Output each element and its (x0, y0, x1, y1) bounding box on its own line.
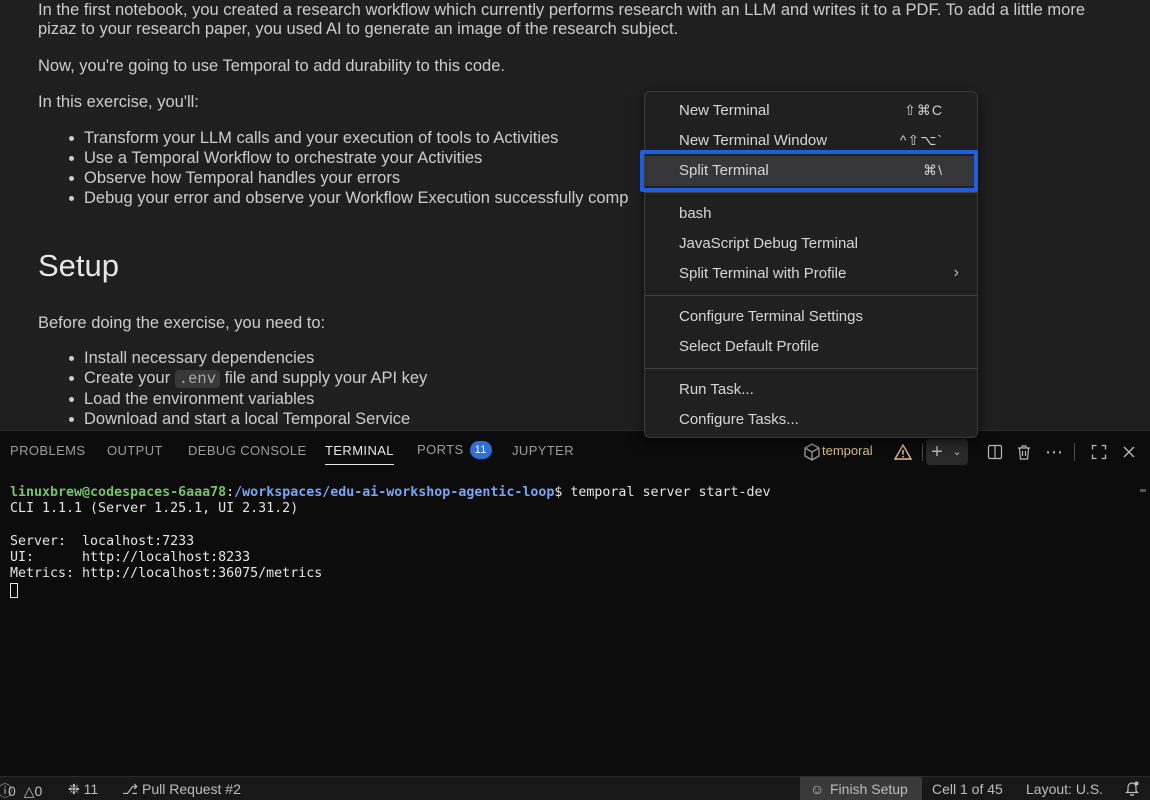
menu-item-new-terminal-window[interactable]: New Terminal Window ^⇧⌥` (645, 126, 977, 156)
warning-icon[interactable] (893, 443, 913, 461)
menu-item-label: Split Terminal (679, 162, 769, 179)
terminal-cursor (10, 582, 18, 598)
bell-icon[interactable] (1124, 780, 1140, 799)
scrollbar-marker[interactable] (1140, 489, 1146, 492)
chevron-down-icon[interactable]: ⌄ (948, 441, 966, 463)
divider (1074, 443, 1075, 461)
menu-item-select-default-profile[interactable]: Select Default Profile (645, 332, 977, 362)
menu-item-configure-tasks[interactable]: Configure Tasks... (645, 405, 977, 435)
error-icon: ⓘ (0, 783, 12, 799)
tab-problems[interactable]: PROBLEMS (10, 443, 85, 465)
list-item: Load the environment variables (60, 389, 427, 409)
exercise-intro: In this exercise, you'll: (38, 93, 199, 111)
ellipsis-icon[interactable]: ⋯ (1043, 441, 1065, 463)
exercise-list: Transform your LLM calls and your execut… (60, 128, 628, 208)
setup-heading: Setup (38, 248, 120, 283)
divider (922, 443, 923, 461)
pull-request-icon: ⎇ (122, 781, 139, 797)
tab-jupyter[interactable]: JUPYTER (512, 443, 574, 465)
prompt-separator: : (226, 485, 235, 500)
list-item: Transform your LLM calls and your execut… (60, 128, 628, 148)
menu-item-shortcut: ⌘\ (923, 162, 943, 178)
menu-item-label: Select Default Profile (679, 338, 820, 355)
pull-request-status[interactable]: ⎇ Pull Request #2 (122, 781, 241, 798)
ports-count-badge: 11 (469, 441, 492, 459)
ports-count: 11 (83, 781, 99, 797)
list-item: Debug your error and observe your Workfl… (60, 188, 628, 208)
ports-status[interactable]: ❉ 11 (68, 781, 98, 798)
plus-icon[interactable]: + (926, 441, 948, 463)
setup-list: Install necessary dependencies Create yo… (60, 348, 427, 429)
setup-intro: Before doing the exercise, you need to: (38, 314, 326, 332)
list-item: Download and start a local Temporal Serv… (60, 409, 427, 429)
prompt-user: linuxbrew@codespaces-6aaa78 (10, 485, 227, 500)
menu-item-label: New Terminal (679, 102, 770, 119)
menu-item-label: bash (679, 205, 712, 222)
terminal-output[interactable]: linuxbrew@codespaces-6aaa78:/workspaces/… (10, 485, 771, 601)
list-item: Observe how Temporal handles your errors (60, 168, 628, 188)
close-icon[interactable] (1118, 441, 1140, 463)
tab-terminal[interactable]: TERMINAL (325, 443, 394, 465)
menu-item-javascript-debug-terminal[interactable]: JavaScript Debug Terminal (645, 229, 977, 259)
pull-request-label: Pull Request #2 (142, 781, 241, 797)
inline-code: .env (174, 370, 221, 388)
menu-item-label: Split Terminal with Profile (679, 265, 847, 282)
terminal-line: UI: http://localhost:8233 (10, 550, 251, 566)
intro-paragraph-line-2: pizaz to your research paper, you used A… (38, 20, 679, 38)
tab-debug-console[interactable]: DEBUG CONSOLE (188, 443, 307, 465)
list-item: Use a Temporal Workflow to orchestrate y… (60, 148, 628, 168)
cube-icon (804, 443, 820, 461)
finish-setup-button[interactable]: ☺ Finish Setup (800, 777, 922, 800)
menu-item-label: Run Task... (679, 381, 754, 398)
finish-setup-label: Finish Setup (830, 781, 908, 797)
menu-item-label: JavaScript Debug Terminal (679, 235, 858, 252)
menu-item-split-terminal-with-profile[interactable]: Split Terminal with Profile › (645, 259, 977, 289)
errors-count: 0 (8, 783, 16, 799)
menu-item-run-task[interactable]: Run Task... (645, 375, 977, 405)
list-item: Create your .env file and supply your AP… (60, 368, 427, 389)
antenna-icon: ❉ (68, 781, 80, 797)
menu-separator (645, 192, 977, 193)
menu-item-label: Configure Terminal Settings (679, 308, 863, 325)
menu-item-new-terminal[interactable]: New Terminal ⇧⌘C (645, 96, 977, 126)
list-item: Install necessary dependencies (60, 348, 427, 368)
terminal-context-menu: New Terminal ⇧⌘C New Terminal Window ^⇧⌥… (644, 91, 978, 438)
menu-item-label: Configure Tasks... (679, 411, 799, 428)
menu-separator (645, 368, 977, 369)
keyboard-layout[interactable]: Layout: U.S. (1026, 781, 1103, 797)
menu-item-label: New Terminal Window (679, 132, 828, 149)
problems-status[interactable]: ⓘ0 △0 (0, 781, 42, 800)
cell-indicator[interactable]: Cell 1 of 45 (932, 781, 1003, 797)
chevron-right-icon: › (953, 264, 959, 281)
prompt-command: $ temporal server start-dev (554, 485, 771, 500)
menu-item-shortcut: ^⇧⌥` (899, 132, 943, 148)
copilot-icon: ☺ (810, 781, 825, 797)
trash-icon[interactable] (1013, 441, 1035, 463)
tab-ports-label: PORTS (417, 442, 464, 457)
warning-icon: △ (23, 783, 35, 799)
list-item-text: Create your (84, 369, 175, 387)
panel-actions: temporal + ⌄ ⋯ (804, 439, 1142, 465)
bottom-panel: PROBLEMS OUTPUT DEBUG CONSOLE TERMINAL P… (0, 430, 1150, 776)
menu-item-bash[interactable]: bash (645, 199, 977, 229)
menu-separator (645, 295, 977, 296)
prompt-path: /workspaces/edu-ai-workshop-agentic-loop (234, 485, 555, 500)
terminal-name[interactable]: temporal (822, 443, 873, 458)
new-terminal-button-group: + ⌄ (926, 439, 968, 465)
menu-item-configure-terminal-settings[interactable]: Configure Terminal Settings (645, 302, 977, 332)
maximize-icon[interactable] (1088, 441, 1110, 463)
durability-paragraph: Now, you're going to use Temporal to add… (38, 57, 505, 75)
tab-ports[interactable]: PORTS 11 (417, 441, 492, 463)
menu-item-shortcut: ⇧⌘C (904, 102, 943, 118)
intro-paragraph-line-1: In the first notebook, you created a res… (38, 1, 1086, 19)
terminal-line: Metrics: http://localhost:36075/metrics (10, 566, 323, 582)
terminal-line: Server: localhost:7233 (10, 533, 195, 549)
tab-output[interactable]: OUTPUT (107, 443, 163, 465)
list-item-text: file and supply your API key (220, 369, 428, 387)
status-bar: ⓘ0 △0 ❉ 11 ⎇ Pull Request #2 ☺ Finish Se… (0, 776, 1150, 800)
warnings-count: 0 (34, 783, 43, 799)
split-icon[interactable] (984, 441, 1006, 463)
terminal-line: CLI 1.1.1 (Server 1.25.1, UI 2.31.2) (10, 501, 299, 517)
menu-item-split-terminal[interactable]: Split Terminal ⌘\ (645, 156, 977, 186)
